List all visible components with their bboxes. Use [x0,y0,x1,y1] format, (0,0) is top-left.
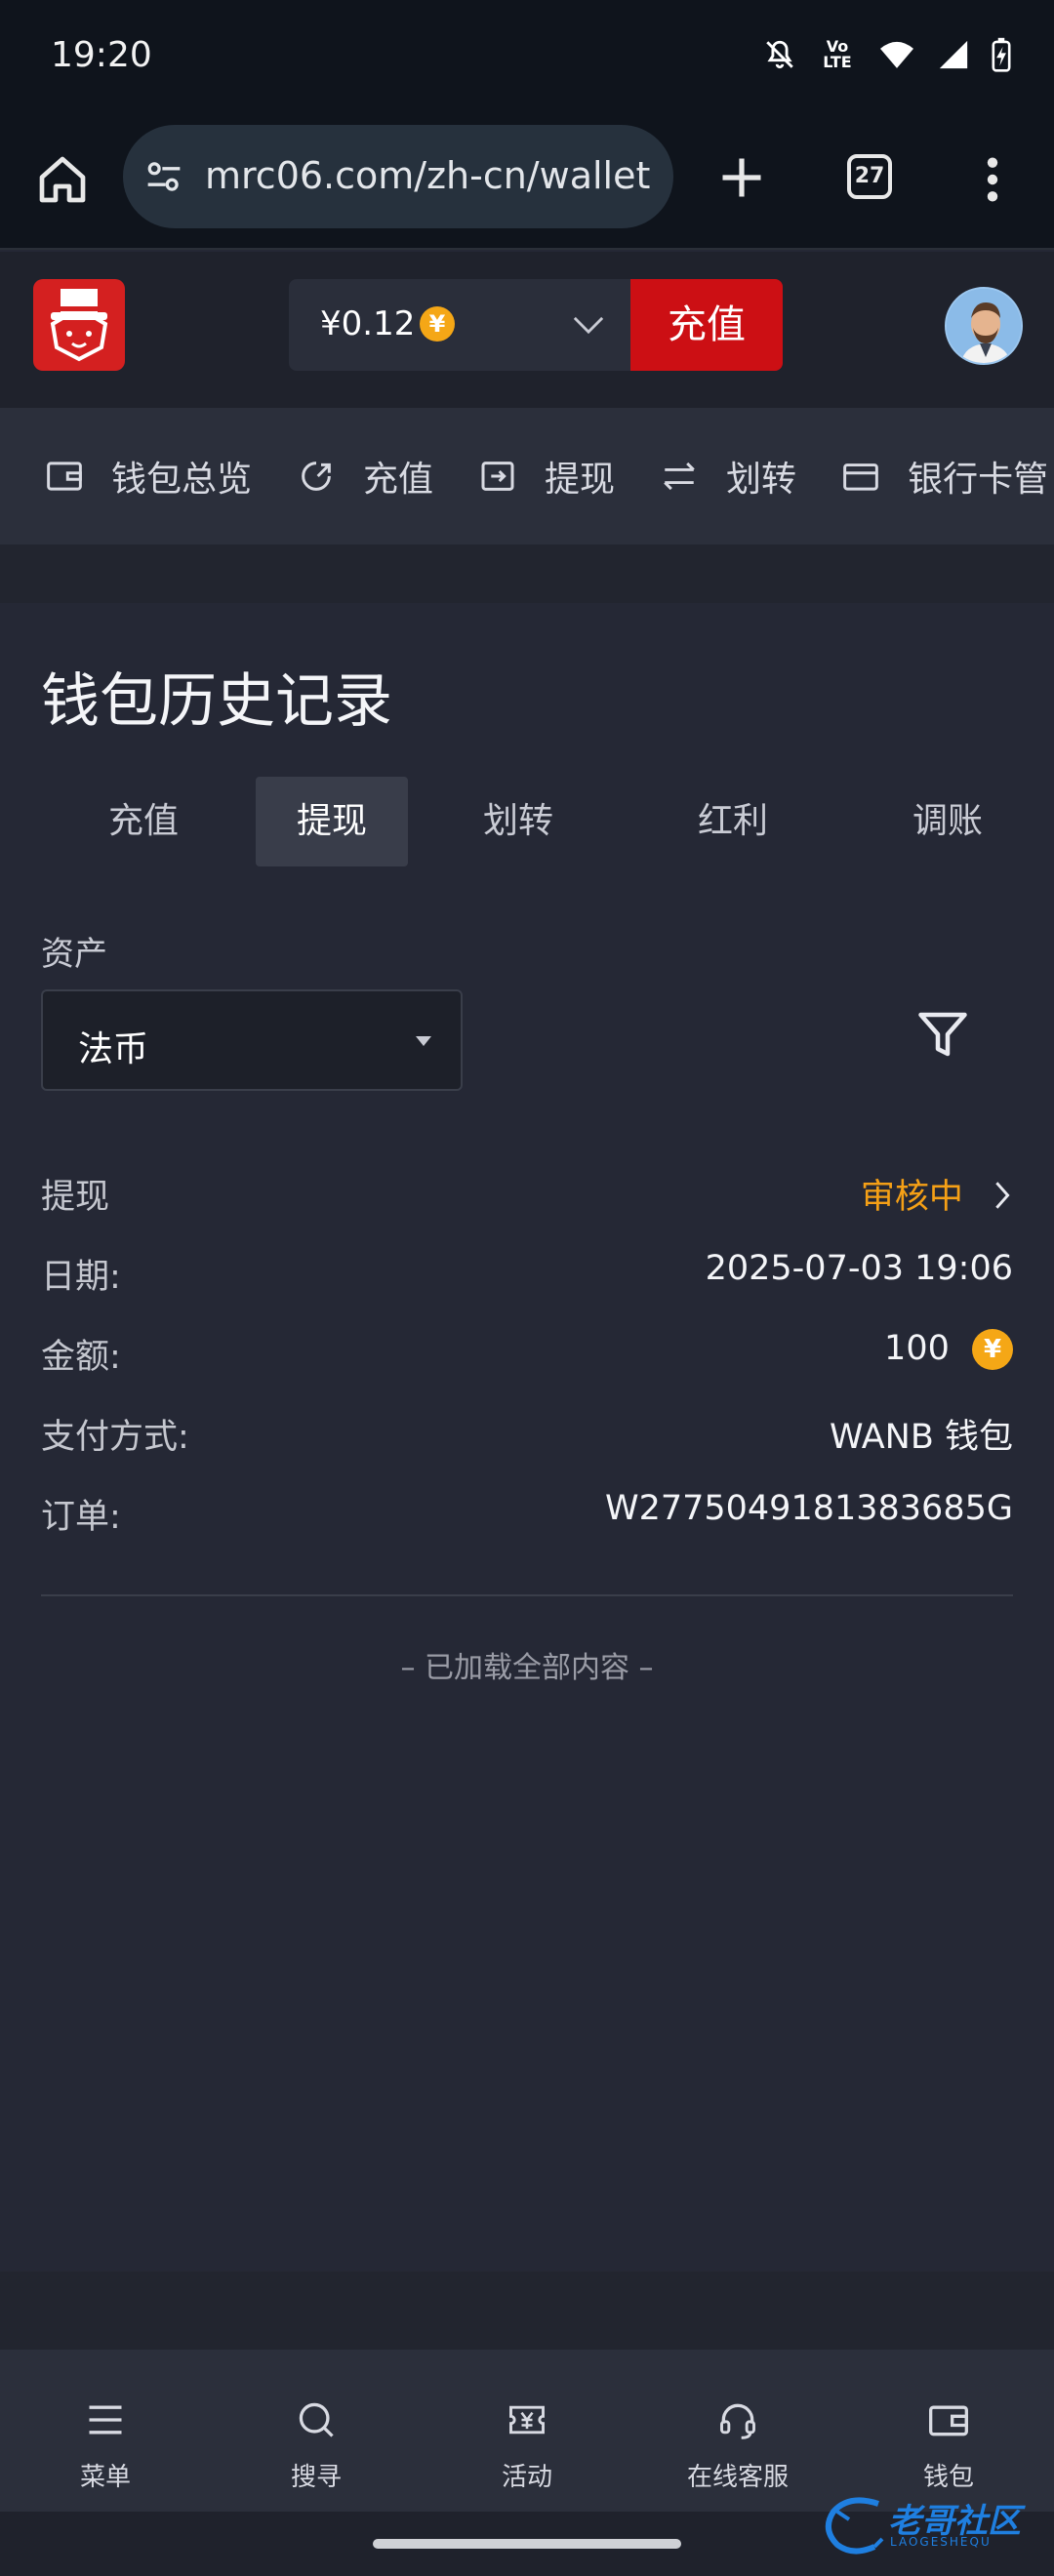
balance-selector[interactable]: ¥0.12 ¥ [289,279,630,371]
chevron-down-icon [573,316,604,335]
asset-label: 资产 [41,935,107,974]
top-hat-cat-logo-icon [50,289,108,362]
record-date-row: 日期: 2025-07-03 19:06 [41,1249,1013,1308]
tab-switcher-button[interactable]: 27 [847,154,892,199]
transfer-icon [664,462,695,491]
site-settings-icon[interactable] [144,159,183,194]
amount-label: 金额: [41,1338,121,1377]
bottom-nav-label: 搜寻 [290,2463,342,2492]
tab-transfer[interactable]: 划转 [426,777,611,866]
status-time: 19:20 [51,35,152,75]
wallet-nav-label: 划转 [726,460,797,500]
site-header: ¥0.12 ¥ 充值 [0,252,1054,408]
status-badge: 审核中 [860,1178,963,1217]
withdraw-icon [481,462,514,491]
caret-down-icon [416,1036,431,1046]
order-label: 订单: [41,1498,121,1537]
yuan-coin-icon: ¥ [972,1329,1013,1370]
dragon-logo-icon [825,2497,884,2555]
site-logo[interactable] [33,279,125,371]
order-value: W2775049181383685G [604,1489,1013,1528]
section-divider [0,544,1054,603]
record-status-group[interactable]: 审核中 [861,1169,1013,1219]
record-header-row[interactable]: 提现 审核中 [41,1169,1013,1228]
wallet-nav-withdraw[interactable]: 提现 [478,451,615,502]
wallet-icon [47,462,82,491]
wallet-nav-label: 银行卡管 [908,460,1049,500]
wallet-icon [929,2405,968,2436]
watermark-subtext: LAOGESHEQU [890,2535,992,2549]
card-icon [843,463,878,491]
avatar[interactable] [945,287,1023,365]
wallet-nav-transfer[interactable]: 划转 [660,451,796,502]
volte-icon: Vo LTE [823,37,852,71]
tab-adjustment[interactable]: 调账 [855,777,1040,866]
wallet-nav-bank-card[interactable]: 银行卡管 [841,451,1048,502]
bottom-nav-search[interactable]: 搜寻 [211,2350,422,2512]
section-divider [0,2272,1054,2350]
wallet-nav-label: 提现 [545,460,616,500]
wallet-nav-label: 钱包总览 [111,460,253,500]
asset-select[interactable]: 法币 [41,989,463,1091]
watermark: 老哥社区 LAOGESHEQU [820,2486,1044,2560]
bottom-nav-label: 在线客服 [686,2463,789,2492]
bottom-nav-menu[interactable]: 菜单 [0,2350,211,2512]
new-tab-icon[interactable] [716,152,767,203]
divider [41,1594,1013,1596]
headset-icon [720,2403,755,2439]
bottom-nav-label: 活动 [501,2463,552,2492]
tab-bonus[interactable]: 红利 [640,777,826,866]
date-value: 2025-07-03 19:06 [705,1249,1013,1288]
user-avatar-icon [947,289,1021,363]
mute-bell-icon [766,40,793,69]
wifi-icon [880,41,913,68]
status-icons: Vo LTE [763,37,1011,72]
status-bar: 19:20 Vo LTE [0,0,1054,117]
chevron-right-icon [995,1182,1010,1209]
end-of-list-text: – 已加载全部内容 – [400,1651,654,1685]
wallet-nav-deposit[interactable]: 充值 [297,451,433,502]
address-bar[interactable]: mrc06.com/zh-cn/wallet [123,125,673,228]
wallet-nav-label: 充值 [363,460,434,500]
wallet-nav: 钱包总览 充值 提现 划转 银行卡管 [0,408,1054,544]
page-title: 钱包历史记录 [41,667,392,736]
wallet-nav-overview[interactable]: 钱包总览 [45,451,252,502]
yuan-coin-icon: ¥ [420,306,455,342]
balance-amount: ¥0.12 [320,304,416,343]
tab-deposit[interactable]: 充值 [41,777,246,866]
signal-icon [939,40,968,69]
payment-label: 支付方式: [41,1418,189,1457]
amount-value: 100 [884,1329,950,1368]
record-type: 提现 [41,1178,110,1217]
history-tabs: 充值 提现 划转 红利 调账 [41,777,1054,866]
record-payment-row: 支付方式: WANB 钱包 [41,1409,1013,1468]
more-menu-icon[interactable] [976,154,1009,205]
ticket-icon [509,2405,545,2435]
bottom-nav-support[interactable]: 在线客服 [632,2350,843,2512]
deposit-button[interactable]: 充值 [630,279,783,371]
bottom-nav-label: 菜单 [79,2463,131,2492]
menu-icon [89,2405,122,2435]
payment-value: WANB 钱包 [830,1418,1013,1457]
bottom-nav-promotions[interactable]: 活动 [422,2350,632,2512]
amount-group: 100 ¥ [884,1329,1013,1370]
gesture-handle[interactable] [373,2539,681,2549]
battery-icon [992,37,1011,72]
home-icon[interactable] [35,152,90,207]
url-text[interactable]: mrc06.com/zh-cn/wallet [205,154,664,197]
filter-icon[interactable] [913,1005,972,1064]
tab-withdraw[interactable]: 提现 [256,777,408,866]
deposit-icon [302,462,331,491]
search-icon [299,2402,334,2437]
asset-select-value: 法币 [78,1029,149,1069]
wallet-history-panel: 钱包历史记录 充值 提现 划转 红利 调账 资产 法币 提现 审核中 日期: 2… [0,603,1054,2272]
browser-toolbar: mrc06.com/zh-cn/wallet 27 [0,117,1054,250]
record-order-row: 订单: W2775049181383685G [41,1489,1013,1548]
record-amount-row: 金额: 100 ¥ [41,1329,1013,1388]
date-label: 日期: [41,1258,121,1297]
